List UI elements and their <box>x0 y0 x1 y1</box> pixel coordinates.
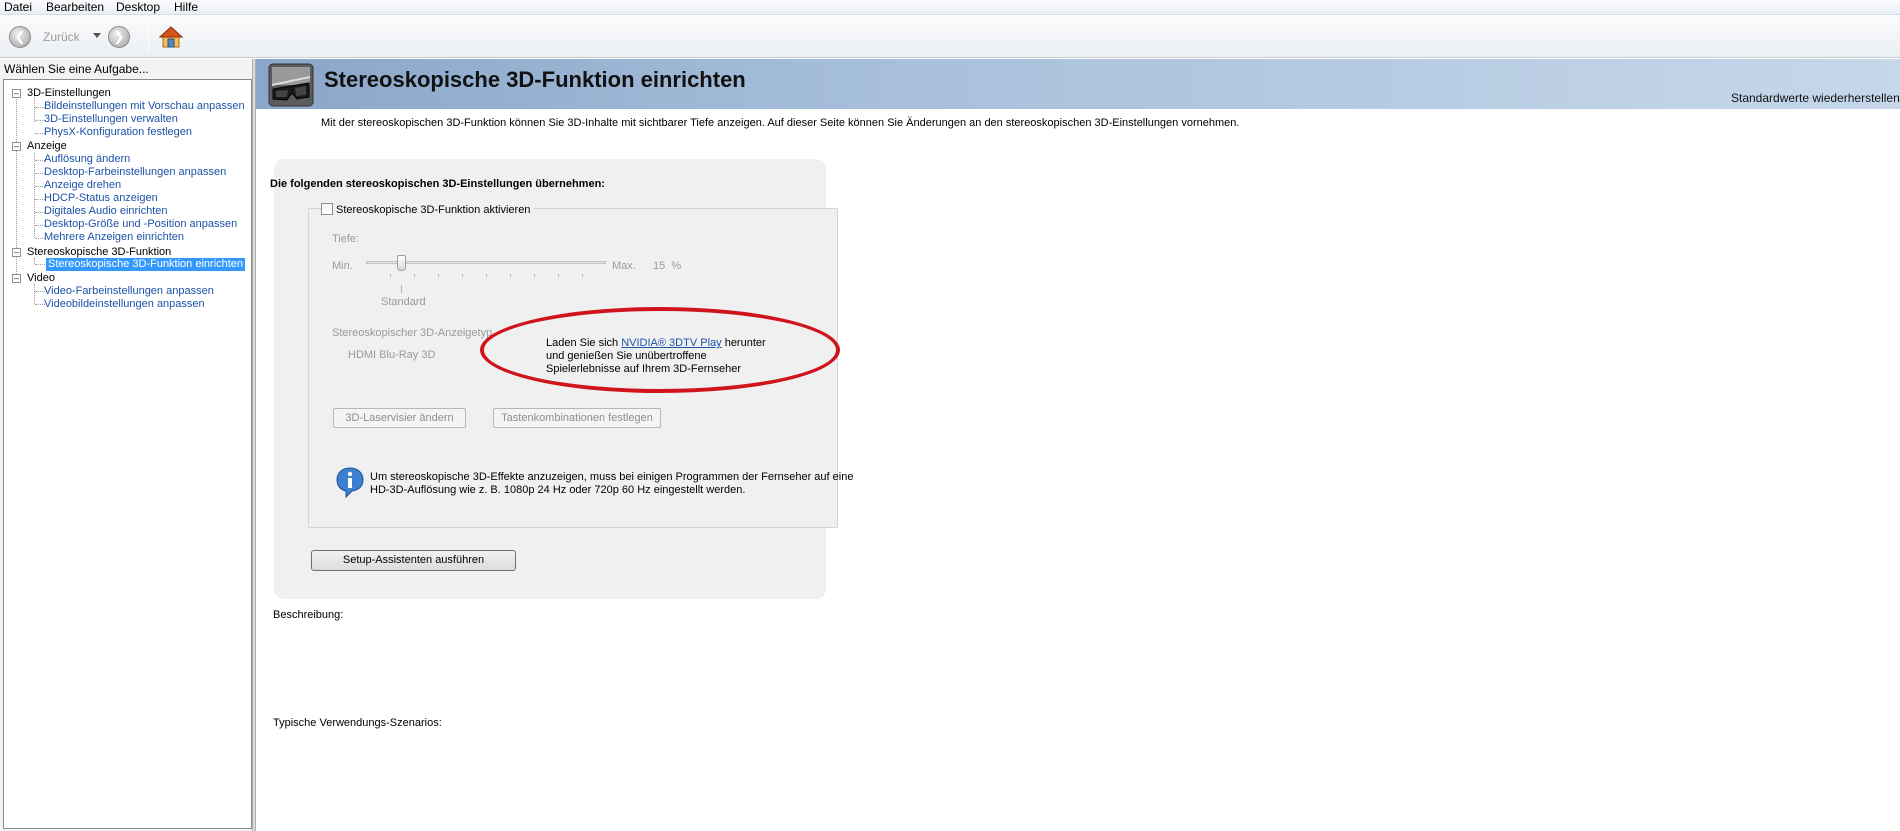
tree-item-physx[interactable]: PhysX-Konfiguration festlegen <box>44 126 192 139</box>
tree-item-videobild[interactable]: Videobildeinstellungen anpassen <box>44 298 205 311</box>
tree-item-digitales-audio[interactable]: Digitales Audio einrichten <box>44 205 168 218</box>
task-pane: Wählen Sie eine Aufgabe... – 3D-Einstell… <box>0 59 255 831</box>
enable-stereo-checkbox[interactable] <box>321 203 333 215</box>
depth-min-label: Min. <box>332 260 353 272</box>
tree-group-anzeige[interactable]: Anzeige <box>27 140 67 153</box>
tree-item-stereoskopisch-einrichten[interactable]: Stereoskopische 3D-Funktion einrichten <box>46 258 246 271</box>
info-line-1: Um stereoskopische 3D-Effekte anzuzeigen… <box>370 471 854 483</box>
depth-slider-thumb[interactable] <box>397 255 406 271</box>
tree-item-hdcp[interactable]: HDCP-Status anzeigen <box>44 192 158 205</box>
tree-item-video-farbe[interactable]: Video-Farbeinstellungen anpassen <box>44 285 214 298</box>
toolbar-separator <box>148 22 149 52</box>
page-intro: Mit der stereoskopischen 3D-Funktion kön… <box>321 117 1240 129</box>
home-button[interactable] <box>158 25 184 49</box>
forward-button[interactable]: ❯ <box>108 26 130 48</box>
depth-label: Tiefe: <box>332 233 360 245</box>
depth-standard-label: Standard <box>381 296 426 308</box>
menu-bar: Datei Bearbeiten Desktop Hilfe <box>0 0 1900 15</box>
tree-item-desktop-groesse[interactable]: Desktop-Größe und -Position anpassen <box>44 218 237 231</box>
depth-value: 15 % <box>653 260 682 272</box>
menu-datei[interactable]: Datei <box>4 0 32 14</box>
page-title: Stereoskopische 3D-Funktion einrichten <box>324 67 746 92</box>
settings-heading: Die folgenden stereoskopischen 3D-Einste… <box>270 178 605 190</box>
toolbar: ❮ Zurück ❯ <box>0 15 1900 58</box>
laser-sight-button[interactable]: 3D-Laservisier ändern <box>333 408 466 428</box>
expander-stereoskopisch[interactable]: – <box>12 248 21 257</box>
stereo-3d-glasses-icon <box>268 63 314 107</box>
tree-item-anzeige-drehen[interactable]: Anzeige drehen <box>44 179 121 192</box>
tree-item-mehrere-anzeigen[interactable]: Mehrere Anzeigen einrichten <box>44 231 184 244</box>
tree-group-3d-einstellungen[interactable]: 3D-Einstellungen <box>27 87 111 100</box>
menu-hilfe[interactable]: Hilfe <box>174 0 198 14</box>
tree-item-bildeinstellungen[interactable]: Bildeinstellungen mit Vorschau anpassen <box>44 100 245 113</box>
restore-defaults-link[interactable]: Standardwerte wiederherstellen <box>1731 91 1900 105</box>
expander-3d-einstellungen[interactable]: – <box>12 89 21 98</box>
tree-group-video[interactable]: Video <box>27 272 55 285</box>
back-label[interactable]: Zurück <box>43 30 80 44</box>
expander-video[interactable]: – <box>12 274 21 283</box>
menu-desktop[interactable]: Desktop <box>116 0 160 14</box>
enable-stereo-label[interactable]: Stereoskopische 3D-Funktion aktivieren <box>336 204 530 216</box>
setup-wizard-button[interactable]: Setup-Assistenten ausführen <box>311 550 516 571</box>
tree-item-aufloesung[interactable]: Auflösung ändern <box>44 153 130 166</box>
tree-item-3d-einstellungen-verwalten[interactable]: 3D-Einstellungen verwalten <box>44 113 178 126</box>
display-type-label: Stereoskopischer 3D-Anzeigetyp <box>332 327 493 339</box>
page-banner: Stereoskopische 3D-Funktion einrichten S… <box>256 59 1900 109</box>
history-dropdown-icon[interactable] <box>93 33 101 38</box>
info-line-2: HD-3D-Auflösung wie z. B. 1080p 24 Hz od… <box>370 484 746 496</box>
arrow-left-icon: ❮ <box>14 29 26 44</box>
task-tree[interactable]: – 3D-Einstellungen Bildeinstellungen mit… <box>3 79 252 829</box>
enable-stereo-checkbox-row[interactable]: Stereoskopische 3D-Funktion aktivieren <box>321 203 535 216</box>
tree-item-desktop-farbe[interactable]: Desktop-Farbeinstellungen anpassen <box>44 166 226 179</box>
display-type-value: HDMI Blu-Ray 3D <box>348 349 436 361</box>
back-button[interactable]: ❮ <box>9 26 31 48</box>
arrow-right-icon: ❯ <box>113 29 125 44</box>
hotkeys-button[interactable]: Tastenkombinationen festlegen <box>493 408 661 428</box>
red-annotation-ellipse <box>480 307 840 393</box>
standard-tick <box>401 285 402 293</box>
scenarios-label: Typische Verwendungs-Szenarios: <box>273 717 442 729</box>
expander-anzeige[interactable]: – <box>12 142 21 151</box>
info-icon <box>334 466 366 499</box>
info-note: Um stereoskopische 3D-Effekte anzuzeigen… <box>370 471 853 497</box>
task-pane-title: Wählen Sie eine Aufgabe... <box>4 62 149 76</box>
depth-max-label: Max. <box>612 260 636 272</box>
menu-bearbeiten[interactable]: Bearbeiten <box>46 0 104 14</box>
content-pane: Stereoskopische 3D-Funktion einrichten S… <box>256 59 1900 831</box>
home-icon <box>158 26 184 48</box>
description-label: Beschreibung: <box>273 609 344 621</box>
